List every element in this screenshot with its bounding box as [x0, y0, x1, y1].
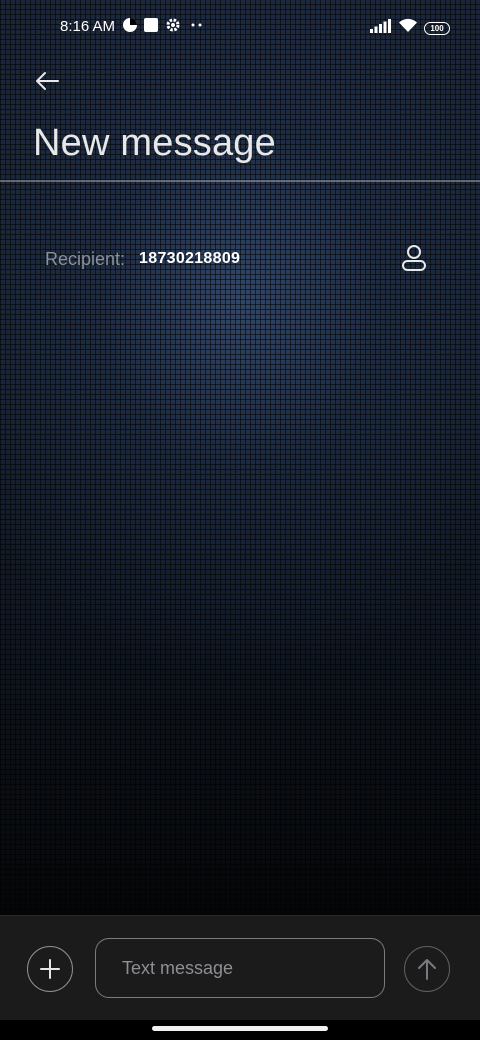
wifi-icon — [398, 18, 418, 38]
signal-icon — [370, 18, 392, 38]
battery-icon: 100 — [424, 21, 450, 35]
square-notification-icon — [143, 17, 159, 38]
message-input[interactable] — [95, 938, 385, 998]
home-indicator[interactable] — [152, 1026, 328, 1031]
new-message-screen: 8:16 AM 100 New message Recipient: 18730… — [0, 0, 480, 1040]
back-button[interactable] — [30, 66, 64, 96]
recipient-label: Recipient: — [45, 248, 126, 269]
add-attachment-button[interactable] — [27, 946, 73, 992]
person-icon — [402, 245, 426, 271]
contacts-button[interactable] — [396, 240, 432, 276]
arrow-left-icon — [36, 72, 59, 90]
plus-icon — [40, 959, 60, 979]
header-divider — [0, 180, 480, 182]
status-right: 100 — [370, 18, 450, 38]
recipient-field[interactable]: Recipient: 18730218809 — [45, 244, 445, 274]
settings-icon — [165, 17, 181, 38]
message-composer — [0, 915, 480, 1021]
page-title: New message — [33, 122, 276, 164]
app-notification-icon — [122, 17, 138, 38]
more-dots-icon — [190, 18, 204, 37]
arrow-up-icon — [418, 959, 436, 980]
send-button[interactable] — [404, 946, 450, 992]
recipient-value[interactable]: 18730218809 — [139, 250, 240, 268]
navigation-bar — [0, 1020, 480, 1040]
status-bar: 8:16 AM 100 — [0, 0, 480, 56]
status-time: 8:16 AM — [60, 18, 116, 35]
